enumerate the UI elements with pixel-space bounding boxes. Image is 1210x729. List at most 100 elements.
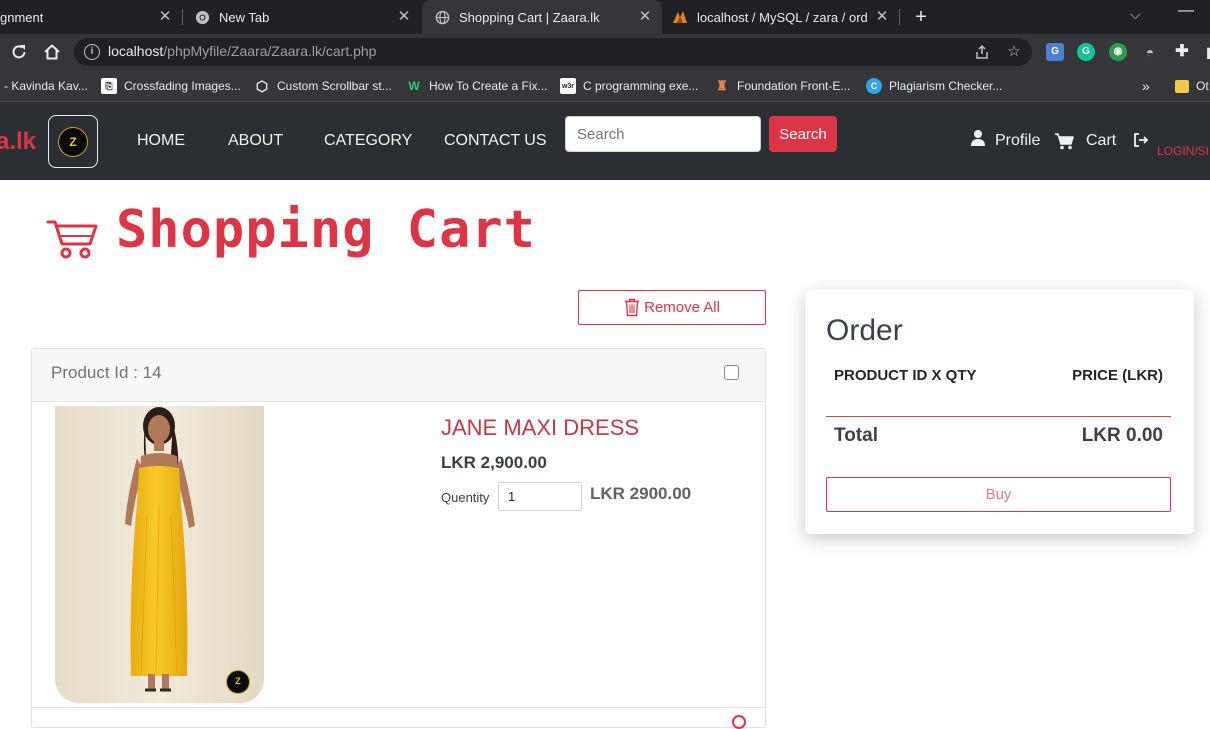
card-divider — [32, 707, 765, 708]
card-header: Product Id : 14 — [32, 349, 765, 402]
incognito-icon[interactable]: ◓ — [1141, 43, 1159, 61]
bookmark-other[interactable]: Ot — [1175, 77, 1209, 95]
select-item-checkbox[interactable] — [724, 365, 739, 380]
buy-button[interactable]: Buy — [826, 477, 1171, 512]
search-input[interactable] — [565, 116, 761, 152]
reload-icon[interactable] — [8, 41, 30, 63]
bookmark-c-programming[interactable]: w3r C programming exe... — [560, 77, 698, 95]
order-divider — [826, 416, 1171, 417]
login-signup-link[interactable]: LOGIN/SI — [1157, 144, 1209, 158]
bookmark-label: Foundation Front-E... — [737, 79, 851, 93]
minimize-icon[interactable]: — — [1178, 2, 1194, 20]
bookmark-custom-scrollbar[interactable]: ⬡ Custom Scrollbar st... — [254, 77, 392, 95]
tab-new-tab[interactable]: New Tab ✕ — [183, 0, 421, 34]
phpmyadmin-icon — [672, 9, 688, 25]
profile-label: Profile — [995, 132, 1041, 149]
site-logo[interactable]: Z — [48, 115, 98, 168]
bookmark-plagiarism[interactable]: C Plagiarism Checker... — [866, 77, 1002, 95]
close-icon[interactable]: ✕ — [873, 8, 891, 26]
user-icon — [971, 130, 985, 146]
line-total: LKR 2900.00 — [590, 484, 692, 503]
tab-title: Shopping Cart | Zaara.lk — [459, 9, 600, 25]
folder-icon — [1175, 79, 1189, 93]
profile-avatar-icon[interactable]: ▮ — [1201, 43, 1210, 61]
profile-link[interactable]: Profile — [970, 130, 1041, 150]
product-name[interactable]: JANE MAXI DRESS — [441, 415, 639, 441]
remove-item-icon[interactable] — [732, 715, 746, 729]
home-icon[interactable] — [41, 41, 63, 63]
chevron-down-icon[interactable]: ⌵ — [1130, 6, 1141, 23]
share-icon[interactable] — [972, 42, 992, 62]
site-info-icon[interactable]: i — [84, 44, 100, 60]
puzzle-extensions-icon[interactable]: ✚ — [1173, 43, 1191, 61]
cart-item-card: Product Id : 14 Z JANE MAXI DRESS LKR 2,… — [31, 348, 766, 729]
bookmark-how-to-create[interactable]: W How To Create a Fix... — [406, 77, 548, 95]
url-text[interactable]: localhost/phpMyfile/Zaara/Zaara.lk/cart.… — [108, 43, 376, 59]
order-total-value: LKR 0.00 — [1081, 425, 1163, 446]
css-icon: ⎘ — [101, 78, 117, 94]
grammarly-icon[interactable]: G — [1077, 43, 1095, 61]
nav-about[interactable]: ABOUT — [228, 132, 283, 150]
bookmark-label: Ot — [1196, 79, 1209, 93]
order-column-product: PRODUCT ID X QTY — [834, 367, 977, 384]
translate-icon[interactable]: G — [1046, 43, 1064, 61]
search-button[interactable]: Search — [769, 116, 837, 152]
quantity-label: Quentity — [441, 490, 490, 505]
chrome-icon — [194, 9, 210, 25]
brand-badge: Z — [226, 670, 250, 694]
bookmark-crossfading[interactable]: ⎘ Crossfading Images... — [101, 77, 241, 95]
logo-emblem: Z — [58, 126, 88, 157]
tab-title: localhost / MySQL / zara / order... — [697, 9, 867, 25]
remove-all-label: Remove All — [644, 299, 720, 316]
bookmark-label: C programming exe... — [583, 79, 699, 93]
page-title: Shopping Cart — [116, 200, 536, 260]
bookmark-star-icon[interactable]: ☆ — [1004, 42, 1024, 62]
nav-contact-us[interactable]: CONTACT US — [444, 132, 547, 150]
logout-icon[interactable] — [1133, 132, 1150, 148]
address-bar[interactable]: i localhost/phpMyfile/Zaara/Zaara.lk/car… — [74, 38, 1032, 66]
bookmark-label: Custom Scrollbar st... — [277, 79, 392, 93]
close-icon[interactable]: ✕ — [636, 8, 654, 26]
bookmark-label: How To Create a Fix... — [429, 79, 548, 93]
product-image[interactable]: Z — [55, 406, 264, 703]
extension-icon[interactable]: ◉ — [1109, 43, 1127, 61]
cart-link[interactable]: Cart — [1055, 132, 1116, 150]
order-summary-panel: Order PRODUCT ID X QTY PRICE (LKR) Total… — [805, 290, 1194, 534]
tab-title: gnment — [0, 9, 44, 25]
product-price: LKR 2,900.00 — [441, 453, 547, 472]
remove-all-button[interactable]: Remove All — [578, 290, 766, 325]
tab-separator — [899, 9, 900, 25]
foundation-icon: ♜ — [716, 78, 728, 93]
cart-icon — [1055, 132, 1074, 149]
url-host: localhost — [108, 43, 164, 59]
bookmark-label: Plagiarism Checker... — [889, 79, 1003, 93]
bookmark-label: - Kavinda Kav... — [4, 79, 88, 93]
close-icon[interactable]: ✕ — [395, 8, 413, 26]
shopping-cart-icon — [46, 220, 98, 259]
new-tab-plus-icon[interactable]: + — [910, 6, 932, 28]
tab-title: New Tab — [219, 9, 270, 25]
product-id: Product Id : 14 — [51, 363, 162, 382]
bookmark-label: Crossfading Images... — [124, 79, 241, 93]
plagiarism-icon: C — [866, 78, 882, 94]
cart-label: Cart — [1086, 132, 1117, 149]
order-column-price: PRICE (LKR) — [1072, 367, 1163, 384]
tab-shopping-cart[interactable]: Shopping Cart | Zaara.lk ✕ — [422, 0, 662, 34]
bookmarks-overflow-icon[interactable]: » — [1142, 77, 1150, 95]
tab-phpmyadmin[interactable]: localhost / MySQL / zara / order... ✕ — [662, 0, 899, 34]
bookmark-kavinda[interactable]: - Kavinda Kav... — [4, 77, 88, 95]
order-title: Order — [826, 314, 903, 347]
nav-category[interactable]: CATEGORY — [324, 132, 412, 150]
brand-name[interactable]: a.lk — [0, 128, 36, 156]
tab-assignment[interactable]: gnment ✕ — [0, 0, 182, 34]
w3-icon: W — [408, 79, 420, 93]
nav-home[interactable]: HOME — [137, 132, 185, 150]
dress-photo — [55, 406, 264, 703]
codepen-icon: ⬡ — [255, 77, 269, 94]
bookmark-foundation[interactable]: ♜ Foundation Front-E... — [714, 77, 850, 95]
browser-toolbar: i localhost/phpMyfile/Zaara/Zaara.lk/car… — [0, 34, 1210, 70]
trash-icon — [625, 298, 640, 317]
close-icon[interactable]: ✕ — [156, 8, 174, 26]
quantity-input[interactable] — [498, 482, 582, 511]
w3resource-icon: w3r — [560, 78, 576, 94]
